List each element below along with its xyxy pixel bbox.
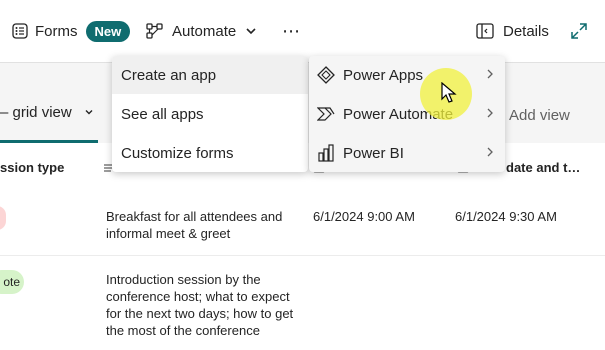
command-bar: Forms New Automate ⋯ Details bbox=[0, 0, 605, 63]
end-date-cell: 6/1/2024 9:30 AM bbox=[455, 209, 557, 224]
forms-button[interactable]: Forms New bbox=[12, 0, 131, 62]
details-pane-icon bbox=[476, 23, 494, 39]
create-app-submenu: Power Apps Power Automate Power BI bbox=[309, 56, 505, 172]
forms-label: Forms bbox=[35, 22, 78, 40]
column-header-session-type[interactable]: ssion type bbox=[0, 160, 64, 175]
automate-button[interactable]: Automate bbox=[146, 0, 257, 62]
chevron-right-icon bbox=[487, 69, 493, 79]
menu-item-create-app[interactable]: Create an app bbox=[112, 56, 308, 94]
submenu-item-label: Power BI bbox=[343, 144, 404, 162]
forms-icon bbox=[12, 23, 28, 39]
power-automate-icon bbox=[317, 107, 335, 121]
submenu-item-power-apps[interactable]: Power Apps bbox=[309, 56, 505, 94]
power-apps-icon bbox=[317, 66, 335, 84]
chevron-down-icon bbox=[85, 110, 93, 115]
menu-item-customize-forms[interactable]: Customize forms bbox=[112, 134, 308, 172]
details-button[interactable]: Details bbox=[476, 0, 549, 62]
session-type-pill: ote bbox=[0, 270, 24, 294]
mouse-pointer-icon bbox=[441, 82, 457, 103]
add-view-button[interactable]: Add view bbox=[509, 107, 570, 124]
expand-button[interactable] bbox=[570, 0, 588, 62]
more-icon: ⋯ bbox=[282, 20, 301, 41]
menu-item-label: Customize forms bbox=[121, 144, 234, 162]
start-date-cell: 6/1/2024 9:00 AM bbox=[313, 209, 415, 224]
table-row[interactable] bbox=[0, 256, 605, 350]
column-header-end-date[interactable]: date and t… bbox=[506, 160, 580, 175]
new-badge: New bbox=[85, 20, 131, 42]
description-cell: Breakfast for all attendees and informal… bbox=[106, 209, 283, 241]
power-bi-icon bbox=[318, 144, 334, 162]
automate-label: Automate bbox=[172, 22, 237, 40]
chevron-right-icon bbox=[487, 108, 493, 118]
details-label: Details bbox=[503, 22, 549, 40]
more-button[interactable]: ⋯ bbox=[282, 0, 301, 62]
menu-item-label: See all apps bbox=[121, 105, 204, 123]
menu-item-see-all-apps[interactable]: See all apps bbox=[112, 95, 308, 133]
submenu-item-power-bi[interactable]: Power BI bbox=[309, 134, 505, 172]
menu-item-label: Create an app bbox=[121, 66, 217, 84]
description-cell: Introduction session by the conference h… bbox=[106, 272, 294, 338]
automate-icon bbox=[146, 23, 163, 39]
view-selector[interactable]: – grid view bbox=[0, 104, 94, 121]
submenu-item-power-automate[interactable]: Power Automate bbox=[309, 95, 505, 133]
automate-menu: Create an app See all apps Customize for… bbox=[112, 56, 308, 172]
submenu-item-label: Power Apps bbox=[343, 66, 424, 84]
view-name: – grid view bbox=[0, 104, 72, 121]
chevron-right-icon bbox=[487, 147, 493, 157]
expand-icon bbox=[571, 23, 587, 39]
chevron-down-icon bbox=[246, 28, 256, 35]
